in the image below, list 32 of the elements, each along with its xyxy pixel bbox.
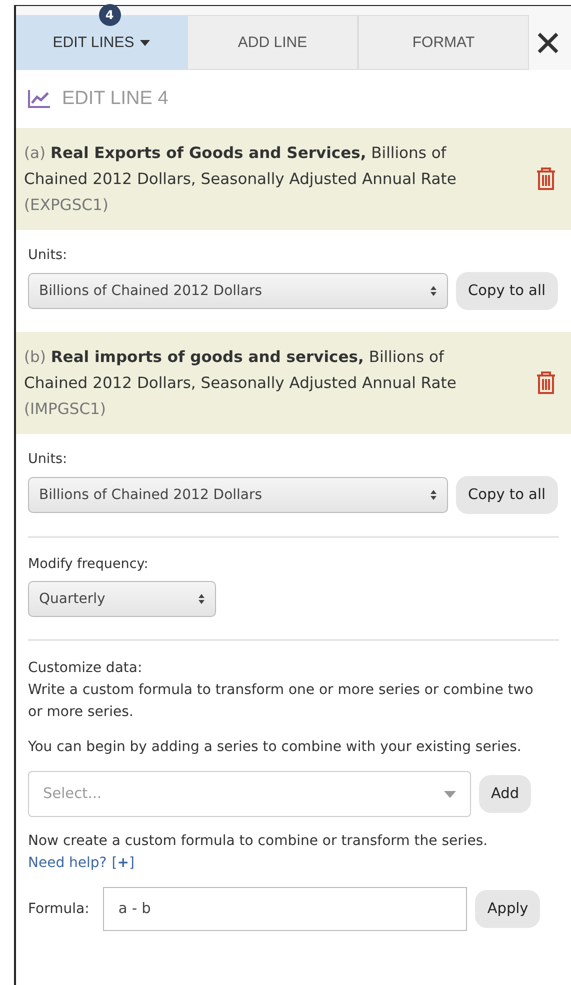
help-link[interactable]: Need help? (28, 852, 107, 874)
formula-field[interactable]: a - b (103, 887, 468, 931)
help-text: You can begin by adding a series to combine with your existing series. (28, 738, 522, 757)
add-button[interactable]: Add (479, 775, 532, 813)
line-chart-icon (28, 90, 50, 108)
copy-button[interactable]: Copy to all (456, 476, 558, 514)
field-label: Units: (28, 451, 68, 467)
tab[interactable]: ADD LINE (187, 15, 358, 70)
section-heading: EDIT LINE 4 (62, 88, 168, 110)
series-description: (a) Real Exports of Goods and Services, Billions of Chained 2012 Dollars, Seasonally Adjusted Annual Rate (EXPGSC1) (24, 143, 458, 216)
trash-icon[interactable] (535, 167, 557, 191)
field-label: Formula: (28, 900, 90, 919)
count-badge: 4 (98, 4, 120, 26)
caret-icon (444, 790, 456, 798)
units-select[interactable]: Billions of Chained 2012 Dollars (28, 273, 448, 309)
series-description: (b) Real imports of goods and services, Billions of Chained 2012 Dollars, Seasonally Adjusted Annual Rate (IMPGSC1) (24, 347, 458, 420)
field-label: Units: (28, 247, 68, 263)
expand-link[interactable]: [+] (112, 852, 134, 874)
units-select[interactable]: Billions of Chained 2012 Dollars (28, 477, 448, 513)
tab[interactable]: FORMAT (358, 15, 529, 70)
field-label: Modify frequency: (28, 556, 150, 572)
select-arrows-icon (430, 489, 437, 501)
frequency-select[interactable]: Quarterly (28, 581, 216, 617)
copy-button[interactable]: Copy to all (456, 272, 558, 310)
trash-icon[interactable] (535, 371, 557, 395)
help-text: Now create a custom formula to combine or transform the series. (28, 832, 489, 851)
section-title: Customize data: (28, 659, 144, 678)
close-icon[interactable] (537, 32, 559, 54)
apply-button[interactable]: Apply (475, 890, 540, 928)
help-text: Write a custom formula to transform one or more series or combine two or more series. (28, 681, 534, 722)
select-arrows-icon (198, 593, 205, 605)
select-arrows-icon (430, 285, 437, 297)
